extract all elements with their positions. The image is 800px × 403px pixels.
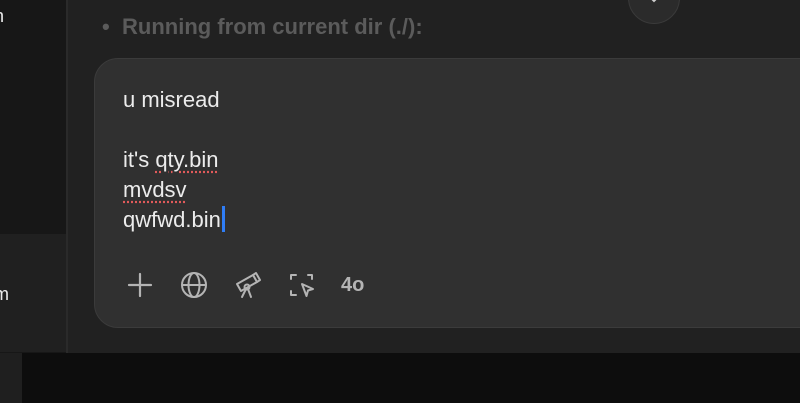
screen-select-button[interactable] [285, 269, 319, 301]
bullet-marker: • [102, 14, 110, 39]
globe-icon [179, 270, 209, 300]
composer-line: u misread [123, 87, 220, 112]
composer-line: mvdsv [123, 175, 225, 205]
message-composer[interactable]: u misread it's qty.bin mvdsv qwfwd.bin 4… [94, 58, 800, 328]
sidebar-item-label: m [0, 284, 9, 304]
screen-select-icon [287, 270, 317, 300]
arrow-down-icon [646, 0, 662, 9]
composer-toolbar: 4o [123, 269, 364, 301]
telescope-icon [233, 270, 263, 300]
message-text: Running from current dir (./): [122, 14, 423, 39]
composer-text-fragment: qwfwd.bin [123, 207, 221, 232]
attach-button[interactable] [123, 269, 157, 301]
taskbar-left-segment [0, 353, 22, 403]
text-cursor [221, 206, 225, 232]
composer-line: it's qty.bin [123, 145, 225, 175]
composer-textarea[interactable]: u misread it's qty.bin mvdsv qwfwd.bin [123, 85, 225, 235]
sidebar-item-top[interactable]: n [0, 6, 66, 36]
model-selector[interactable]: 4o [339, 274, 364, 297]
composer-line: qwfwd.bin [123, 205, 225, 235]
taskbar [0, 353, 800, 403]
sidebar-item-active[interactable]: m [0, 234, 66, 352]
misspelled-word: mvdsv [123, 177, 187, 202]
deep-research-button[interactable] [231, 269, 265, 301]
sidebar: n m [0, 0, 66, 353]
plus-icon [126, 271, 154, 299]
sidebar-item-label: n [0, 6, 4, 27]
assistant-message-bullet: • Running from current dir (./): [102, 14, 423, 40]
misspelled-word: qty.bin [155, 147, 219, 172]
composer-blank-line [123, 115, 225, 145]
composer-text-fragment: it's [123, 147, 156, 172]
web-search-button[interactable] [177, 269, 211, 301]
